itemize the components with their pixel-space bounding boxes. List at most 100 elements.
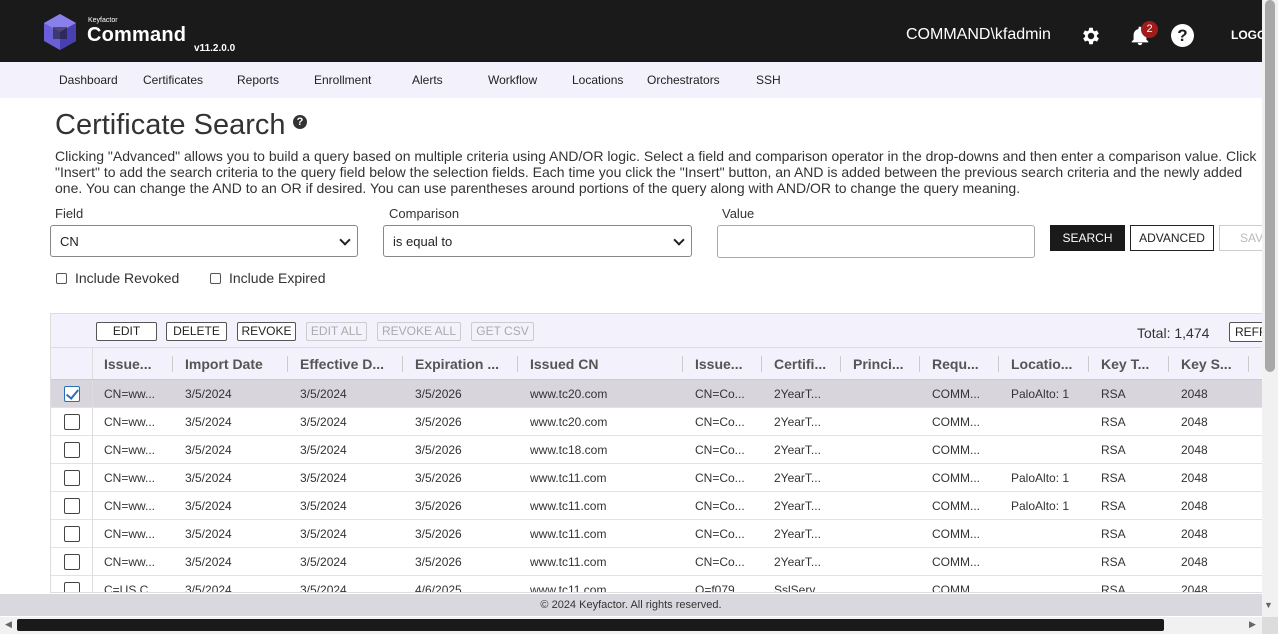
scroll-left-arrow-icon[interactable]: ◀ [5, 619, 12, 630]
delete-button[interactable]: DELETE [166, 322, 227, 341]
page-title: Certificate Search [55, 109, 286, 141]
table-row[interactable]: CN=ww... 3/5/2024 3/5/2024 3/5/2026 www.tc11… [51, 520, 1262, 548]
table-cell: CN=Co... [695, 555, 745, 569]
main-nav: Dashboard Certificates Reports Enrollmen… [0, 62, 1262, 98]
current-user: COMMAND\kfadmin [906, 26, 1051, 43]
table-cell: 2YearT... [774, 471, 821, 485]
include-revoked-checkbox[interactable]: Include Revoked [56, 270, 179, 286]
gear-icon[interactable] [1080, 25, 1102, 47]
row-checkbox[interactable] [64, 386, 80, 402]
row-checkbox[interactable] [64, 526, 80, 542]
refresh-button[interactable]: REFRESH [1229, 322, 1262, 342]
row-checkbox[interactable] [64, 470, 80, 486]
row-checkbox[interactable] [64, 442, 80, 458]
column-separator[interactable] [1168, 356, 1169, 372]
table-cell: 2YearT... [774, 499, 821, 513]
certificate-grid: EDIT DELETE REVOKE EDIT ALL REVOKE ALL G… [50, 313, 1262, 593]
table-cell: 3/5/2024 [300, 583, 347, 593]
get-csv-button[interactable]: GET CSV [471, 322, 534, 341]
column-header[interactable]: Key S... [1179, 348, 1245, 380]
revoke-button[interactable]: REVOKE [237, 322, 296, 341]
table-cell: 4/6/2025 [415, 583, 462, 593]
scroll-right-arrow-icon[interactable]: ▶ [1249, 619, 1256, 630]
table-row[interactable]: CN=ww... 3/5/2024 3/5/2024 3/5/2026 www.tc20… [51, 408, 1262, 436]
column-header[interactable]: Requ... [930, 348, 996, 380]
column-header[interactable]: Princi... [851, 348, 917, 380]
notification-badge: 2 [1141, 21, 1158, 38]
vertical-scrollbar-thumb[interactable] [1265, 0, 1275, 372]
column-header[interactable]: Import Date [183, 348, 283, 380]
horizontal-scrollbar-thumb[interactable] [17, 619, 1164, 631]
table-cell: 3/5/2024 [185, 415, 232, 429]
nav-reports[interactable]: Reports [237, 73, 279, 87]
advanced-button[interactable]: ADVANCED [1130, 225, 1214, 251]
column-separator[interactable] [287, 356, 288, 372]
table-cell: www.tc11.com [530, 499, 607, 513]
column-separator[interactable] [682, 356, 683, 372]
value-input[interactable] [717, 225, 1035, 258]
column-header[interactable]: Issued CN [528, 348, 678, 380]
edit-all-button[interactable]: EDIT ALL [306, 322, 367, 341]
search-button[interactable]: SEARCH [1050, 225, 1125, 251]
table-row[interactable]: CN=ww... 3/5/2024 3/5/2024 3/5/2026 www.tc18… [51, 436, 1262, 464]
scroll-down-arrow-icon[interactable]: ▼ [1264, 600, 1273, 610]
nav-enrollment[interactable]: Enrollment [314, 73, 371, 87]
column-separator[interactable] [761, 356, 762, 372]
help-icon[interactable]: ? [1171, 24, 1194, 47]
nav-dashboard[interactable]: Dashboard [59, 73, 118, 87]
revoke-all-button[interactable]: REVOKE ALL [377, 322, 461, 341]
table-cell: CN=Co... [695, 387, 745, 401]
column-header[interactable]: Locatio... [1009, 348, 1079, 380]
column-header[interactable]: Effective D... [298, 348, 398, 380]
column-separator[interactable] [840, 356, 841, 372]
column-separator[interactable] [402, 356, 403, 372]
checkbox-box[interactable] [210, 273, 221, 284]
logout-link[interactable]: LOGOUT [1231, 28, 1262, 42]
table-cell [1011, 548, 1085, 576]
table-cell: RSA [1101, 527, 1126, 541]
edit-button[interactable]: EDIT [96, 322, 157, 341]
table-row[interactable]: CN=ww... 3/5/2024 3/5/2024 3/5/2026 www.tc20… [51, 380, 1262, 408]
column-separator[interactable] [172, 356, 173, 372]
table-row[interactable]: CN=ww... 3/5/2024 3/5/2024 3/5/2026 www.tc11… [51, 492, 1262, 520]
table-cell: 3/5/2026 [415, 527, 462, 541]
column-separator[interactable] [1088, 356, 1089, 372]
column-header[interactable]: Issue... [102, 348, 170, 380]
include-expired-checkbox[interactable]: Include Expired [210, 270, 326, 286]
column-header[interactable]: Certifi... [772, 348, 838, 380]
table-row[interactable]: CN=ww... 3/5/2024 3/5/2024 3/5/2026 www.tc11… [51, 548, 1262, 576]
column-separator[interactable] [998, 356, 999, 372]
column-separator[interactable] [517, 356, 518, 372]
column-separator[interactable] [1248, 356, 1249, 372]
row-checkbox[interactable] [64, 498, 80, 514]
table-cell: COMM... [932, 387, 980, 401]
field-select[interactable]: CN [50, 225, 358, 257]
table-cell: O=f079... [695, 583, 745, 593]
table-row[interactable]: C=US,C... 3/5/2024 3/5/2024 4/6/2025 www.tc1… [51, 576, 1262, 593]
column-separator[interactable] [919, 356, 920, 372]
table-cell: 2048 [1181, 443, 1208, 457]
table-cell: 3/5/2024 [300, 387, 347, 401]
table-cell [1011, 576, 1085, 592]
column-header[interactable]: Key T... [1099, 348, 1165, 380]
nav-locations[interactable]: Locations [572, 73, 623, 87]
row-select-cell [51, 408, 93, 435]
table-cell: 3/5/2026 [415, 555, 462, 569]
nav-certificates[interactable]: Certificates [143, 73, 203, 87]
table-cell: 2048 [1181, 555, 1208, 569]
brand-name[interactable]: Command [87, 24, 186, 47]
nav-workflow[interactable]: Workflow [488, 73, 537, 87]
nav-alerts[interactable]: Alerts [412, 73, 443, 87]
nav-ssh[interactable]: SSH [756, 73, 781, 87]
row-checkbox[interactable] [64, 414, 80, 430]
row-checkbox[interactable] [64, 582, 80, 592]
table-row[interactable]: CN=ww... 3/5/2024 3/5/2024 3/5/2026 www.tc11… [51, 464, 1262, 492]
column-header[interactable]: Expiration ... [413, 348, 513, 380]
row-checkbox[interactable] [64, 554, 80, 570]
column-header[interactable]: Issue... [693, 348, 759, 380]
checkbox-box[interactable] [56, 273, 67, 284]
nav-orchestrators[interactable]: Orchestrators [647, 73, 720, 87]
title-help-icon[interactable]: ? [293, 115, 307, 129]
comparison-select[interactable]: is equal to [383, 225, 692, 257]
keyfactor-logo-icon[interactable] [41, 12, 79, 52]
